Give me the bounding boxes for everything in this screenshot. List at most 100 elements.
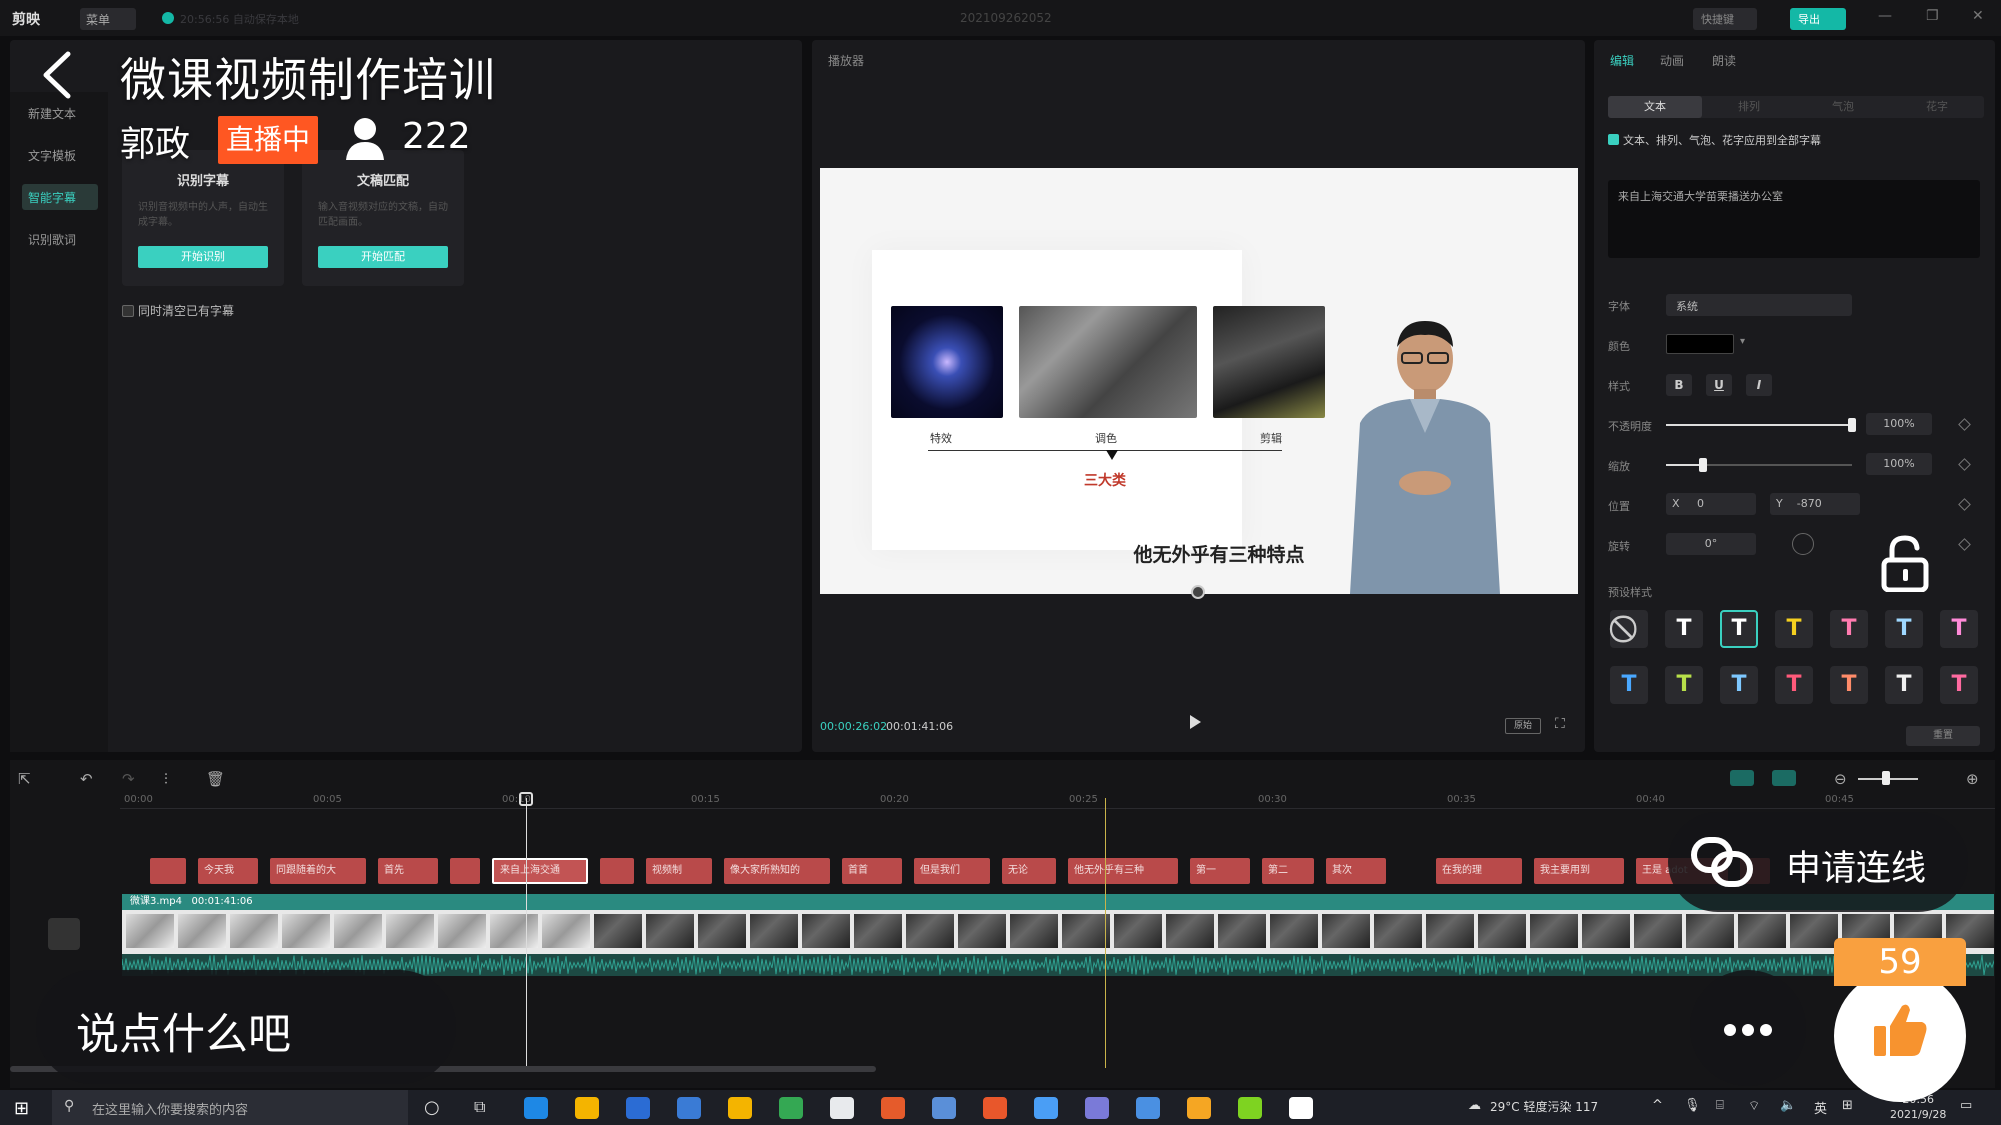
- mic-icon[interactable]: 🎙: [1684, 1098, 1701, 1113]
- tab-read-aloud[interactable]: 朗读: [1712, 52, 1736, 69]
- slider-knob[interactable]: [1848, 418, 1856, 432]
- menu-button[interactable]: 菜单: [80, 8, 136, 30]
- network-icon[interactable]: ⌸: [1716, 1098, 1724, 1113]
- underline-button[interactable]: U: [1706, 374, 1732, 396]
- wechat-work-icon[interactable]: [626, 1097, 650, 1119]
- capcut-icon[interactable]: [1289, 1097, 1313, 1119]
- app-icon[interactable]: [1136, 1097, 1160, 1119]
- volume-icon[interactable]: 🔈: [1780, 1098, 1796, 1113]
- subtitle-clip[interactable]: 其次: [1326, 858, 1386, 884]
- text-style-preset[interactable]: T: [1775, 610, 1813, 648]
- subtitle-clip[interactable]: 他无外乎有三种: [1068, 858, 1178, 884]
- snap-toggle-icon[interactable]: [1730, 770, 1754, 786]
- text-style-preset[interactable]: T: [1885, 610, 1923, 648]
- more-options-button[interactable]: [1690, 970, 1806, 1086]
- subtitle-clip[interactable]: 像大家所熟知的: [724, 858, 830, 884]
- notification-icon[interactable]: ▭: [1960, 1098, 1972, 1113]
- notes-icon[interactable]: [728, 1097, 752, 1119]
- scale-value[interactable]: 100%: [1866, 453, 1932, 475]
- start-match-button[interactable]: 开始匹配: [318, 246, 448, 268]
- apply-all-option[interactable]: 文本、排列、气泡、花字应用到全部字幕: [1608, 132, 1821, 148]
- slider-knob[interactable]: [1699, 458, 1708, 472]
- app-icon[interactable]: [881, 1097, 905, 1119]
- subtitle-clip[interactable]: 来自上海交通: [492, 858, 588, 884]
- subtitle-clip[interactable]: 但是我们: [914, 858, 990, 884]
- position-x-input[interactable]: X 0: [1666, 493, 1756, 515]
- restore-icon[interactable]: ❐: [1926, 8, 1939, 24]
- no-style-preset[interactable]: ⃠: [1610, 610, 1648, 648]
- subtitle-clip[interactable]: 首先: [378, 858, 438, 884]
- nav-item-smart-subtitle[interactable]: 智能字幕: [22, 184, 98, 210]
- close-icon[interactable]: ✕: [1972, 8, 1984, 24]
- rotate-dial-icon[interactable]: [1792, 533, 1814, 555]
- wifi-icon[interactable]: ⌔: [1748, 1098, 1760, 1114]
- bold-button[interactable]: B: [1666, 374, 1692, 396]
- time-ruler[interactable]: [120, 808, 1995, 809]
- like-button[interactable]: [1834, 970, 1966, 1102]
- subtab-arrange[interactable]: 排列: [1702, 96, 1796, 118]
- select-tool-icon[interactable]: ⇱: [18, 770, 31, 788]
- request-connect-button[interactable]: 申请连线: [1668, 812, 1968, 912]
- rotate-handle[interactable]: [1191, 585, 1205, 599]
- opacity-slider[interactable]: [1666, 418, 1856, 432]
- document-icon[interactable]: [830, 1097, 854, 1119]
- task-view-icon[interactable]: ⧉: [474, 1097, 485, 1117]
- subtitle-text-input[interactable]: 来自上海交通大学苗栗播送办公室: [1608, 180, 1980, 258]
- subtitle-clip[interactable]: 我主要用到: [1534, 858, 1624, 884]
- font-select[interactable]: 系统: [1666, 294, 1852, 316]
- cortana-icon[interactable]: ○: [424, 1097, 440, 1118]
- subtitle-clip[interactable]: 视频制: [646, 858, 712, 884]
- taskbar-search[interactable]: 在这里输入你要搜索的内容: [52, 1090, 408, 1125]
- nav-item-new-text[interactable]: 新建文本: [22, 100, 98, 126]
- text-style-preset[interactable]: T: [1940, 666, 1978, 704]
- ime-indicator[interactable]: 英: [1814, 1098, 1827, 1117]
- windows-start-icon[interactable]: ⊞: [14, 1098, 29, 1119]
- text-style-preset[interactable]: T: [1665, 666, 1703, 704]
- checkbox-checked[interactable]: [1608, 134, 1619, 145]
- color-picker[interactable]: [1666, 334, 1734, 354]
- play-icon[interactable]: [1190, 715, 1201, 729]
- link-toggle-icon[interactable]: [1772, 770, 1796, 786]
- subtitle-clip[interactable]: [600, 858, 634, 884]
- reset-button[interactable]: 重置: [1906, 726, 1980, 746]
- comment-input[interactable]: 说点什么吧: [36, 970, 456, 1084]
- app-icon[interactable]: [1034, 1097, 1058, 1119]
- tab-edit[interactable]: 编辑: [1610, 52, 1634, 69]
- keyboard-icon[interactable]: ⊞: [1842, 1098, 1853, 1113]
- export-button[interactable]: 导出: [1790, 8, 1846, 30]
- subtab-bubble[interactable]: 气泡: [1796, 96, 1890, 118]
- subtitle-clip[interactable]: 首首: [842, 858, 902, 884]
- weather-icon[interactable]: ☁: [1468, 1098, 1481, 1113]
- delete-icon[interactable]: 🗑: [206, 770, 225, 788]
- host-name[interactable]: 郭政: [120, 116, 190, 167]
- text-style-preset[interactable]: T: [1830, 610, 1868, 648]
- text-style-preset[interactable]: T: [1665, 610, 1703, 648]
- zoom-knob[interactable]: [1882, 771, 1890, 785]
- checkbox[interactable]: [122, 305, 134, 317]
- position-y-input[interactable]: Y -870: [1770, 493, 1860, 515]
- subtitle-clip[interactable]: [450, 858, 480, 884]
- subtitle-clip[interactable]: 同跟随着的大: [270, 858, 366, 884]
- edge-icon[interactable]: [524, 1097, 548, 1119]
- text-style-preset[interactable]: T: [1940, 610, 1978, 648]
- subtitle-clip[interactable]: 无论: [1002, 858, 1056, 884]
- undo-icon[interactable]: ↶: [80, 770, 93, 788]
- track-cover-icon[interactable]: [48, 918, 80, 950]
- camtasia-icon[interactable]: [1238, 1097, 1262, 1119]
- subtitle-clip[interactable]: 第一: [1190, 858, 1250, 884]
- subtitle-clip[interactable]: 今天我: [198, 858, 258, 884]
- minimize-icon[interactable]: —: [1878, 8, 1892, 24]
- video-subtitle[interactable]: 他无外乎有三种特点: [820, 540, 1578, 567]
- powerpoint-icon[interactable]: [983, 1097, 1007, 1119]
- weather-text[interactable]: 29°C 轻度污染 117: [1490, 1098, 1598, 1115]
- unlock-icon[interactable]: [1876, 534, 1934, 592]
- italic-button[interactable]: I: [1746, 374, 1772, 396]
- chevron-down-icon[interactable]: ▾: [1740, 336, 1745, 347]
- text-style-preset[interactable]: T: [1720, 666, 1758, 704]
- scale-slider[interactable]: [1666, 458, 1852, 472]
- start-recognize-button[interactable]: 开始识别: [138, 246, 268, 268]
- rotate-input[interactable]: 0°: [1666, 533, 1756, 555]
- playhead[interactable]: [526, 798, 527, 1068]
- split-icon[interactable]: ⫶: [164, 770, 168, 788]
- nav-item-text-template[interactable]: 文字模板: [22, 142, 98, 168]
